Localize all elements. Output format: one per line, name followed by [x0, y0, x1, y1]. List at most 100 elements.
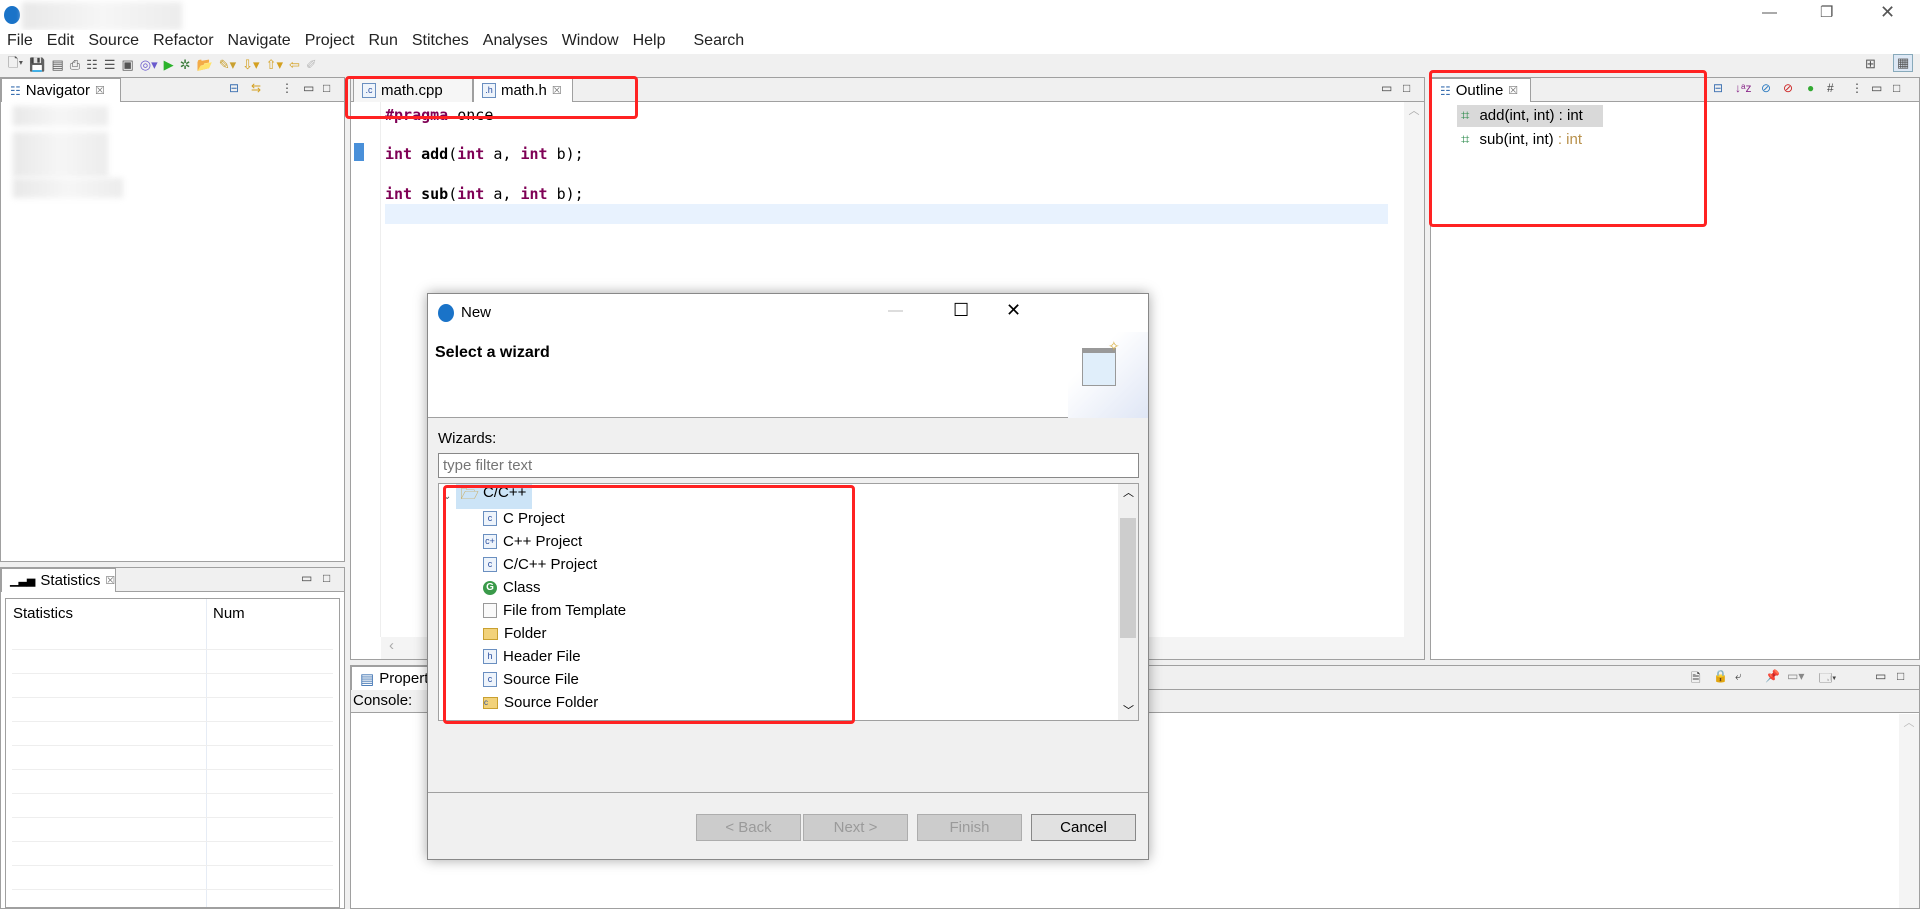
- blurred-project-3[interactable]: [13, 178, 123, 198]
- minimize-icon[interactable]: ▭: [1875, 669, 1886, 683]
- collapse-all-icon[interactable]: ⊟: [1713, 81, 1723, 95]
- close-icon[interactable]: ☒: [1508, 84, 1518, 97]
- column-header-num[interactable]: Num: [213, 605, 245, 622]
- close-window-button[interactable]: ✕: [1880, 2, 1895, 23]
- menu-analyses[interactable]: Analyses: [476, 30, 555, 54]
- scroll-down-icon[interactable]: ﹀: [1123, 702, 1134, 718]
- maximize-icon[interactable]: □: [323, 571, 330, 585]
- pen-icon[interactable]: ✐: [306, 57, 317, 73]
- hide-nonpublic-icon[interactable]: ●: [1807, 81, 1814, 95]
- back-icon[interactable]: ⇦: [289, 57, 300, 73]
- blurred-project-1[interactable]: [13, 106, 108, 126]
- outline-item[interactable]: ⌗ add(int, int) : int: [1457, 105, 1603, 127]
- scrollbar-thumb[interactable]: [1120, 518, 1136, 638]
- prev-annotation-icon[interactable]: ⇧▾: [266, 57, 283, 73]
- open-folder-icon[interactable]: 📂: [197, 57, 213, 73]
- debug-icon[interactable]: ✲: [180, 57, 191, 73]
- close-icon[interactable]: ☒: [95, 84, 105, 97]
- maximize-icon[interactable]: □: [323, 81, 330, 95]
- menu-help[interactable]: Help: [626, 30, 673, 54]
- tree-item-source-folder[interactable]: c Source Folder: [483, 691, 598, 714]
- save-icon[interactable]: 💾: [29, 57, 45, 73]
- tree-scrollbar[interactable]: ︿ ﹀: [1118, 484, 1138, 720]
- tab-outline[interactable]: ☷ Outline ☒: [1431, 78, 1531, 102]
- tree-item-cpp-category[interactable]: ⌄ 🗁 C/C++: [443, 483, 533, 509]
- code-line-3[interactable]: int add(int a, int b);: [385, 145, 584, 163]
- cancel-button[interactable]: Cancel: [1031, 814, 1136, 841]
- tree-item-file-from-template[interactable]: File from Template: [483, 599, 626, 622]
- menu-project[interactable]: Project: [298, 30, 362, 54]
- next-button[interactable]: Next >: [803, 814, 908, 841]
- next-annotation-icon[interactable]: ⇩▾: [242, 57, 259, 73]
- display-console-icon[interactable]: ▭▾: [1787, 669, 1804, 683]
- view-menu-icon[interactable]: ⋮: [1851, 81, 1863, 95]
- menu-file[interactable]: File: [0, 30, 40, 54]
- brush-icon[interactable]: ✎▾: [219, 57, 236, 73]
- minimize-icon[interactable]: ▭: [303, 81, 314, 95]
- menu-refactor[interactable]: Refactor: [146, 30, 220, 54]
- column-header-statistics[interactable]: Statistics: [13, 605, 73, 622]
- target-icon[interactable]: ◎▾: [140, 57, 158, 73]
- word-wrap-icon[interactable]: ⤶: [1735, 669, 1742, 684]
- save-all-icon[interactable]: ▤: [51, 57, 63, 73]
- restore-window-button[interactable]: ❐: [1820, 3, 1833, 21]
- tree-item-class[interactable]: G Class: [483, 576, 541, 599]
- view-menu-icon[interactable]: ⋮: [281, 81, 293, 95]
- dialog-minimize-button[interactable]: —: [888, 302, 903, 319]
- scroll-up-icon[interactable]: ︿: [1123, 484, 1134, 500]
- hide-fields-icon[interactable]: ⊘: [1761, 81, 1771, 95]
- hide-macros-icon[interactable]: #: [1827, 81, 1834, 95]
- tab-navigator[interactable]: ☷ Navigator ☒: [1, 78, 121, 102]
- open-perspective-icon[interactable]: ⊞: [1865, 56, 1876, 72]
- open-console-icon[interactable]: 🗔▾: [1819, 669, 1836, 690]
- menu-navigate[interactable]: Navigate: [221, 30, 298, 54]
- code-line-1[interactable]: #pragma once: [385, 106, 493, 124]
- vertical-scrollbar[interactable]: ︿: [1404, 102, 1424, 637]
- new-icon[interactable]: 🗋▾: [8, 54, 23, 76]
- tab-statistics[interactable]: ▁▃▅ Statistics ☒: [1, 568, 116, 592]
- outline-icon[interactable]: ☰: [104, 57, 116, 73]
- print-icon[interactable]: ⎙: [70, 57, 80, 73]
- filter-input[interactable]: [438, 453, 1139, 478]
- clear-console-icon[interactable]: 🗎: [1691, 669, 1701, 690]
- monitor-icon[interactable]: ▣: [121, 57, 133, 73]
- pin-console-icon[interactable]: 📌: [1765, 669, 1780, 683]
- menu-run[interactable]: Run: [361, 30, 404, 54]
- maximize-icon[interactable]: □: [1403, 81, 1410, 95]
- tree-item-c-project[interactable]: cC Project: [483, 507, 565, 530]
- perspective-icon[interactable]: ▦: [1893, 54, 1914, 72]
- menu-search[interactable]: Search: [687, 30, 752, 54]
- menu-window[interactable]: Window: [555, 30, 626, 54]
- dialog-maximize-button[interactable]: ☐: [953, 300, 969, 321]
- maximize-icon[interactable]: □: [1897, 669, 1904, 683]
- minimize-window-button[interactable]: —: [1762, 4, 1777, 21]
- back-button[interactable]: < Back: [696, 814, 801, 841]
- maximize-icon[interactable]: □: [1893, 81, 1900, 95]
- sort-icon[interactable]: ↓ᵃz: [1735, 81, 1751, 95]
- minimize-icon[interactable]: ▭: [301, 571, 312, 585]
- minimize-icon[interactable]: ▭: [1381, 81, 1392, 95]
- close-icon[interactable]: ☒: [552, 84, 562, 97]
- finish-button[interactable]: Finish: [917, 814, 1022, 841]
- scroll-lock-icon[interactable]: 🔒: [1713, 669, 1728, 683]
- tree-item-cpp-project[interactable]: c+ C++ Project: [483, 530, 582, 553]
- dialog-close-button[interactable]: ✕: [1006, 300, 1021, 321]
- tree-item-c-cpp-project[interactable]: c C/C++ Project: [483, 553, 597, 576]
- collapse-all-icon[interactable]: ⊟: [229, 81, 239, 95]
- chevron-down-icon[interactable]: ⌄: [443, 491, 451, 502]
- menu-source[interactable]: Source: [81, 30, 146, 54]
- tree-item-source-file[interactable]: c Source File: [483, 668, 579, 691]
- tab-math-h[interactable]: .h math.h ☒: [473, 78, 573, 102]
- link-editor-icon[interactable]: ⇆: [251, 81, 261, 95]
- run-icon[interactable]: ▶: [164, 57, 174, 73]
- tree-item-header-file[interactable]: h Header File: [483, 645, 581, 668]
- console-scrollbar[interactable]: ︿: [1899, 714, 1919, 908]
- minimize-icon[interactable]: ▭: [1871, 81, 1882, 95]
- blurred-project-2[interactable]: [13, 132, 108, 177]
- close-icon[interactable]: ☒: [105, 574, 115, 587]
- menu-edit[interactable]: Edit: [40, 30, 82, 54]
- hide-static-icon[interactable]: ⊘: [1783, 81, 1793, 95]
- menu-stitches[interactable]: Stitches: [405, 30, 476, 54]
- tree-item-folder[interactable]: Folder: [483, 622, 547, 645]
- hierarchy-icon[interactable]: ☷: [86, 57, 98, 73]
